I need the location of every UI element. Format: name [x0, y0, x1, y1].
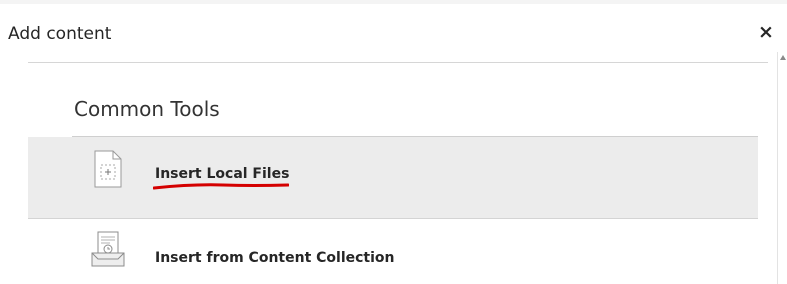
- dialog-title: Add content: [8, 24, 112, 44]
- red-underline-annotation: [153, 183, 289, 190]
- vertical-scrollbar[interactable]: [777, 52, 787, 284]
- tool-label-insert-from-content-collection: Insert from Content Collection: [155, 250, 395, 266]
- insert-file-icon: [94, 150, 122, 188]
- add-content-dialog: Add content × Common Tools Insert Local …: [0, 0, 787, 284]
- close-button[interactable]: ×: [757, 20, 775, 44]
- tool-label-insert-local-files: Insert Local Files: [155, 166, 290, 182]
- header-divider: [28, 62, 768, 63]
- tool-item-insert-from-content-collection[interactable]: Insert from Content Collection: [28, 219, 758, 284]
- content-collection-icon: [91, 231, 125, 267]
- tool-item-insert-local-files[interactable]: Insert Local Files: [28, 137, 758, 219]
- section-heading: Common Tools: [74, 97, 220, 121]
- window-top-edge: [0, 0, 787, 4]
- scroll-up-arrow-icon[interactable]: [780, 55, 786, 60]
